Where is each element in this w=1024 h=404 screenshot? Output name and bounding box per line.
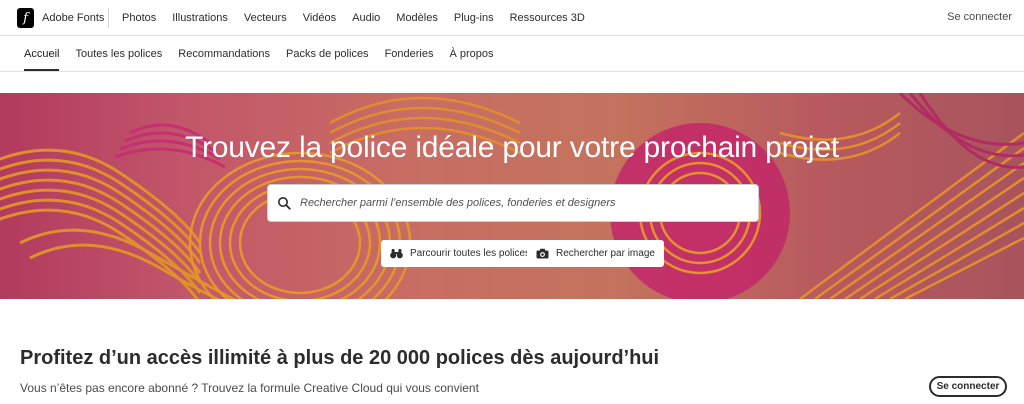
browse-all-fonts-button[interactable]: Parcourir toutes les polices [381,240,540,267]
tab-about[interactable]: À propos [449,36,493,72]
brand-name: Adobe Fonts [42,12,105,24]
nav-item-3d-assets[interactable]: Ressources 3D [510,12,585,24]
search-icon [278,197,291,210]
hero-banner: Trouvez la police idéale pour votre proc… [0,93,1024,299]
nav-item-audio[interactable]: Audio [352,12,380,24]
nav-item-templates[interactable]: Modèles [396,12,438,24]
hero-title: Trouvez la police idéale pour votre proc… [184,131,840,164]
browse-all-fonts-label: Parcourir toutes les polices [410,248,531,259]
tab-all-fonts[interactable]: Toutes les polices [75,36,162,72]
nav-item-vectors[interactable]: Vecteurs [244,12,287,24]
adobe-fonts-logo-icon: f [17,8,34,28]
binoculars-icon [390,249,403,259]
stock-categories-nav: Photos Illustrations Vecteurs Vidéos Aud… [122,0,601,36]
sign-in-link[interactable]: Se connecter [947,11,1012,23]
tab-recommendations[interactable]: Recommandations [178,36,270,72]
font-search-box[interactable] [267,184,759,222]
promo-title: Profitez d’un accès illimité à plus de 2… [20,347,660,369]
nav-item-plugins[interactable]: Plug-ins [454,12,494,24]
promo-sign-in-button[interactable]: Se connecter [929,376,1007,397]
top-navigation-bar: f Adobe Fonts Photos Illustrations Vecte… [0,0,1024,36]
camera-icon [536,248,549,259]
promo-subtitle: Vous n’êtes pas encore abonné ? Trouvez … [20,381,479,395]
fonts-sub-navigation: Accueil Toutes les polices Recommandatio… [0,36,1024,72]
search-by-image-button[interactable]: Rechercher par image [527,240,664,267]
nav-divider [108,8,109,28]
search-by-image-label: Rechercher par image [556,248,655,259]
search-input[interactable] [300,197,740,209]
tab-font-packs[interactable]: Packs de polices [286,36,369,72]
tab-home[interactable]: Accueil [24,36,60,72]
nav-item-illustrations[interactable]: Illustrations [172,12,228,24]
tab-foundries[interactable]: Fonderies [385,36,434,72]
nav-item-videos[interactable]: Vidéos [303,12,336,24]
nav-item-photos[interactable]: Photos [122,12,156,24]
brand[interactable]: f Adobe Fonts [17,7,104,29]
